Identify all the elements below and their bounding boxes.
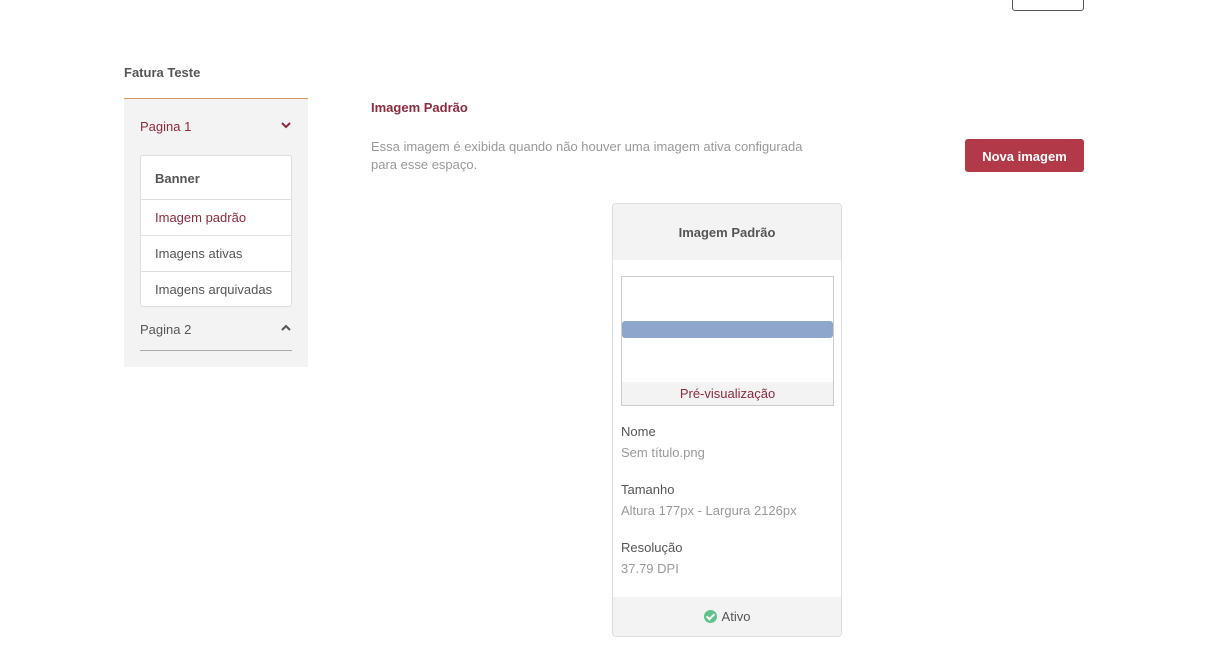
- sidebar-page-label: Pagina 2: [140, 322, 192, 337]
- field-label-tamanho: Tamanho: [621, 482, 675, 497]
- page-description: Essa imagem é exibida quando não houver …: [371, 139, 803, 172]
- submenu-item-imagens-arquivadas[interactable]: Imagens arquivadas: [141, 271, 291, 307]
- sidebar-title: Fatura Teste: [124, 65, 201, 80]
- page-title: Imagem Padrão: [371, 100, 468, 115]
- preview-image-banner: [622, 321, 833, 338]
- submenu-item-imagem-padrao[interactable]: Imagem padrão: [141, 199, 291, 235]
- field-label-nome: Nome: [621, 424, 656, 439]
- field-label-resolucao: Resolução: [621, 540, 683, 555]
- chevron-up-icon: [281, 324, 291, 331]
- field-value-nome: Sem título.png: [621, 445, 705, 460]
- card-status: Ativo: [613, 597, 841, 636]
- submenu: Banner Imagem padrão Imagens ativas Imag…: [140, 155, 292, 307]
- status-label: Ativo: [721, 609, 751, 624]
- image-card: Imagem Padrão Pré-visualização Nome Sem …: [612, 203, 842, 637]
- new-image-button[interactable]: Nova imagem: [965, 139, 1084, 172]
- preview-label[interactable]: Pré-visualização: [622, 382, 833, 405]
- image-preview[interactable]: Pré-visualização: [621, 276, 834, 406]
- submenu-item-imagens-ativas[interactable]: Imagens ativas: [141, 235, 291, 271]
- sidebar-page-1[interactable]: Pagina 1: [140, 119, 292, 141]
- top-action-button[interactable]: [1012, 0, 1084, 11]
- field-value-tamanho: Altura 177px - Largura 2126px: [621, 503, 797, 518]
- submenu-header: Banner: [155, 171, 200, 186]
- chevron-down-icon: [281, 122, 291, 129]
- field-value-resolucao: 37.79 DPI: [621, 561, 679, 576]
- sidebar-page-2[interactable]: Pagina 2: [140, 322, 292, 351]
- check-circle-icon: [703, 610, 717, 623]
- card-title: Imagem Padrão: [613, 204, 841, 260]
- sidebar: Pagina 1 Banner Imagem padrão Imagens at…: [124, 98, 308, 367]
- sidebar-page-label: Pagina 1: [140, 119, 192, 134]
